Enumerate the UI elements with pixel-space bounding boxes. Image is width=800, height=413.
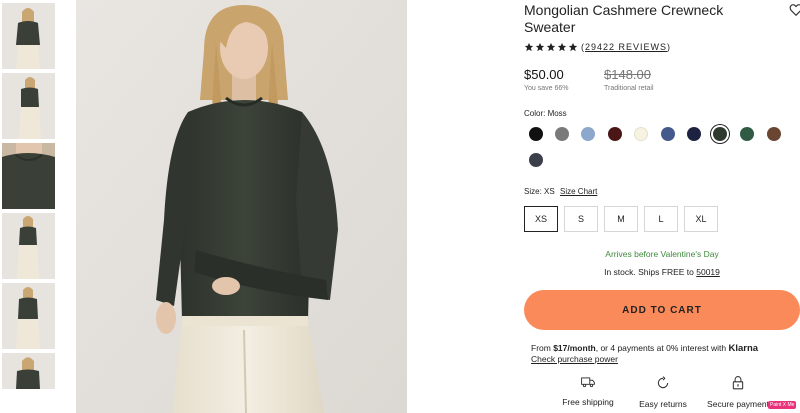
reviews-link[interactable]: (29422 REVIEWS) xyxy=(581,42,671,52)
extension-badge[interactable]: Paint X Me xyxy=(768,401,797,409)
size-chart-link[interactable]: Size Chart xyxy=(560,187,597,196)
lock-icon xyxy=(732,376,744,390)
klarna-logo: Klarna xyxy=(728,343,759,354)
swatch-ivory[interactable] xyxy=(634,127,648,141)
swatch-brown[interactable] xyxy=(767,127,781,141)
star-icon xyxy=(535,42,545,52)
reviews-count[interactable]: 29422 REVIEWS xyxy=(585,42,667,52)
size-l-button[interactable]: L xyxy=(644,206,678,232)
thumbnail-list xyxy=(2,3,55,393)
size-s-button[interactable]: S xyxy=(564,206,598,232)
product-main-image xyxy=(76,0,407,413)
swatch-green[interactable] xyxy=(740,127,754,141)
size-xs-button[interactable]: XS xyxy=(524,206,558,232)
sale-price: $50.00 xyxy=(524,67,564,82)
size-options: XS S M L XL xyxy=(524,206,718,232)
check-purchase-power-link[interactable]: Check purchase power xyxy=(531,354,618,364)
star-rating xyxy=(524,42,578,52)
stock-text: In stock. Ships FREE to xyxy=(604,267,697,277)
swatch-charcoal[interactable] xyxy=(529,153,543,167)
size-m-button[interactable]: M xyxy=(604,206,638,232)
thumbnail-6[interactable] xyxy=(2,353,55,389)
thumbnail-1[interactable] xyxy=(2,3,55,69)
color-label: Color: Moss xyxy=(524,109,567,118)
product-title: Mongolian Cashmere Crewneck Sweater xyxy=(524,2,724,35)
return-icon xyxy=(657,376,669,389)
product-info-panel: Mongolian Cashmere Crewneck Sweater (294… xyxy=(524,0,800,413)
arrival-message: Arrives before Valentine's Day xyxy=(605,249,719,259)
swatch-grey[interactable] xyxy=(555,127,569,141)
thumbnail-4[interactable] xyxy=(2,213,55,279)
star-icon xyxy=(546,42,556,52)
swatch-denim-blue[interactable] xyxy=(661,127,675,141)
klarna-prefix: From xyxy=(531,343,554,353)
size-xl-button[interactable]: XL xyxy=(684,206,718,232)
swatch-light-blue[interactable] xyxy=(581,127,595,141)
truck-icon xyxy=(581,377,595,388)
stock-status: In stock. Ships FREE to 50019 xyxy=(524,267,800,277)
star-icon xyxy=(568,42,578,52)
zip-code-link[interactable]: 50019 xyxy=(696,267,720,277)
swatch-black[interactable] xyxy=(529,127,543,141)
star-icon xyxy=(524,42,534,52)
swatch-navy[interactable] xyxy=(687,127,701,141)
original-price: $148.00 xyxy=(604,67,651,82)
rating-row[interactable]: (29422 REVIEWS) xyxy=(524,41,671,53)
swatch-burgundy[interactable] xyxy=(608,127,622,141)
original-price-note: Traditional retail xyxy=(604,85,654,92)
thumbnail-5[interactable] xyxy=(2,283,55,349)
savings-note: You save 66% xyxy=(524,85,569,92)
swatch-moss[interactable] xyxy=(713,127,727,141)
star-icon xyxy=(557,42,567,52)
add-to-cart-button[interactable]: ADD TO CART xyxy=(524,290,800,330)
size-label: Size: XS xyxy=(524,187,555,196)
thumbnail-2[interactable] xyxy=(2,73,55,139)
klarna-message: From $17/month, or 4 payments at 0% inte… xyxy=(531,343,800,365)
heart-icon[interactable] xyxy=(789,3,800,17)
feature-list: Free shipping Easy returns Secure paymen… xyxy=(524,376,800,413)
thumbnail-3[interactable] xyxy=(2,143,55,209)
klarna-amount: $17/month xyxy=(553,343,596,353)
klarna-middle: , or 4 payments at 0% interest with xyxy=(595,343,729,353)
